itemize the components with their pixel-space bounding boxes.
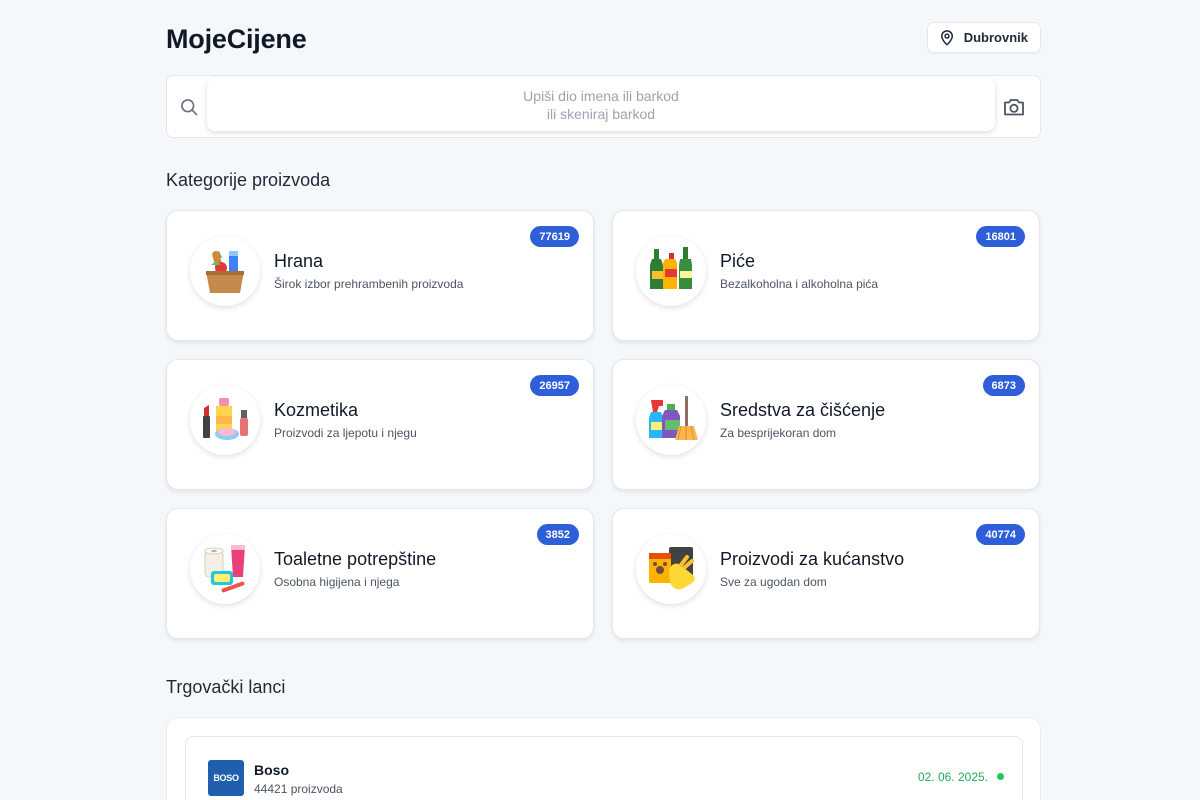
category-card-hrana[interactable]: Hrana Širok izbor prehrambenih proizvoda… <box>166 210 594 341</box>
cosmetics-icon <box>190 385 260 455</box>
chain-product-count: 44421 proizvoda <box>254 782 343 796</box>
chains-list: BOSO Boso 44421 proizvoda 02. 06. 2025. <box>166 717 1041 800</box>
category-name: Sredstva za čišćenje <box>720 400 886 420</box>
toiletries-icon <box>190 534 260 604</box>
category-description: Sve za ugodan dom <box>720 575 827 589</box>
chain-logo: BOSO <box>208 760 244 796</box>
count-badge: 16801 <box>976 226 1025 247</box>
search-input[interactable]: Upiši dio imena ili barkod ili skeniraj … <box>207 78 995 131</box>
category-description: Širok izbor prehrambenih proizvoda <box>274 277 464 291</box>
search-placeholder: Upiši dio imena ili barkod ili skeniraj … <box>523 87 679 122</box>
category-name: Toaletne potrepštine <box>274 549 437 569</box>
category-description: Osobna higijena i njega <box>274 575 400 589</box>
category-card-kozmetika[interactable]: Kozmetika Proizvodi za ljepotu i njegu 2… <box>166 359 594 490</box>
household-icon <box>636 534 706 604</box>
count-badge: 40774 <box>976 524 1025 545</box>
search-icon <box>179 97 199 117</box>
count-badge: 26957 <box>530 375 579 396</box>
chain-update-date: 02. 06. 2025. <box>917 770 988 784</box>
count-badge: 77619 <box>530 226 579 247</box>
category-name: Proizvodi za kućanstvo <box>720 549 905 569</box>
category-card-proizvodi-za-kucanstvo[interactable]: Proizvodi za kućanstvo Sve za ugodan dom… <box>612 508 1040 639</box>
app-title: MojeCijene <box>166 24 307 54</box>
count-badge: 6873 <box>982 375 1025 396</box>
category-card-toaletne-potrepstine[interactable]: Toaletne potrepštine Osobna higijena i n… <box>166 508 594 639</box>
location-label: Dubrovnik <box>963 30 1028 45</box>
count-badge: 3852 <box>536 524 579 545</box>
location-button[interactable]: Dubrovnik <box>926 22 1041 53</box>
category-description: Za besprijekoran dom <box>720 426 837 440</box>
category-name: Piće <box>720 251 756 271</box>
category-card-pice[interactable]: Piće Bezalkoholna i alkoholna pića 16801 <box>612 210 1040 341</box>
search-bar: Upiši dio imena ili barkod ili skeniraj … <box>166 75 1041 138</box>
status-dot <box>997 773 1004 780</box>
cleaning-supplies-icon <box>636 385 706 455</box>
category-description: Proizvodi za ljepotu i njegu <box>274 426 417 440</box>
camera-icon[interactable] <box>1002 96 1026 118</box>
chains-heading: Trgovački lanci <box>166 677 286 697</box>
bottles-icon <box>636 236 706 306</box>
chain-name: Boso <box>254 762 289 778</box>
categories-heading: Kategorije proizvoda <box>166 170 331 190</box>
chain-item-boso[interactable]: BOSO Boso 44421 proizvoda 02. 06. 2025. <box>185 736 1023 800</box>
map-pin-icon <box>938 29 956 47</box>
category-name: Kozmetika <box>274 400 359 420</box>
header: MojeCijene Dubrovnik <box>166 22 1041 56</box>
category-card-sredstva-za-ciscenje[interactable]: Sredstva za čišćenje Za besprijekoran do… <box>612 359 1040 490</box>
category-description: Bezalkoholna i alkoholna pića <box>720 277 879 291</box>
grocery-bag-icon <box>190 236 260 306</box>
category-name: Hrana <box>274 251 324 271</box>
